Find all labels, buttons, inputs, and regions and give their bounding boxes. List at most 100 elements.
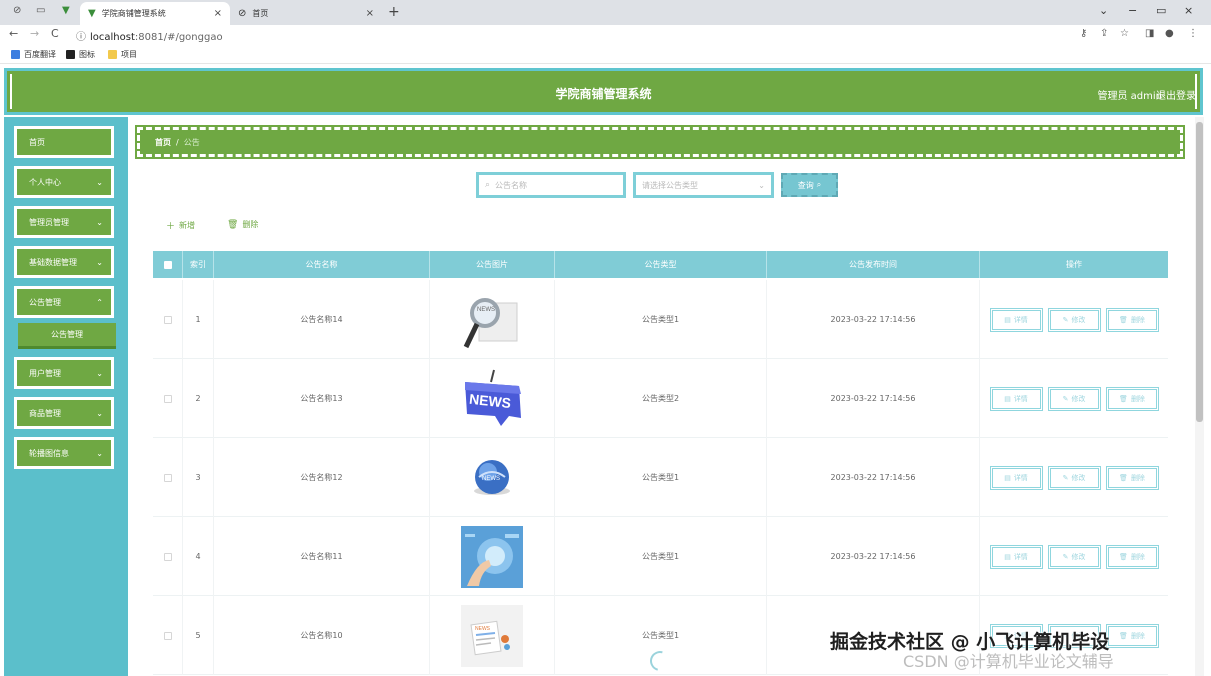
row-select[interactable]	[153, 359, 183, 438]
back-icon[interactable]: ←	[9, 27, 18, 40]
new-tab-icon[interactable]: +	[388, 4, 400, 20]
cell-index: 4	[183, 517, 214, 596]
table-row: 4 公告名称11 公告类型1 2023-03-22 17:14:56 ▤ 详情 ✎…	[153, 517, 1168, 596]
cell-time: 2023-03-22 17:14:56	[767, 517, 980, 596]
sidebar-item-profile[interactable]: 个人中心 ⌄	[14, 166, 114, 198]
sidebar-item-label: 基础数据管理	[29, 257, 77, 267]
scrollbar-thumb[interactable]	[1196, 122, 1203, 422]
tab-active[interactable]: ▼ 学院商铺管理系统 ×	[80, 2, 230, 25]
detail-button[interactable]: ▤ 详情	[989, 307, 1043, 332]
row-select[interactable]	[153, 596, 183, 675]
menu-kebab-icon[interactable]: ⋮	[1188, 28, 1198, 39]
row-select[interactable]	[153, 438, 183, 517]
chevron-down-icon: ⌄	[96, 258, 103, 267]
profile-icon[interactable]: ●	[1165, 28, 1174, 39]
bookmark-item[interactable]: 图标	[66, 49, 95, 60]
sidebar-item-users[interactable]: 用户管理 ⌄	[14, 357, 114, 389]
edit-button[interactable]: ✎ 修改	[1047, 307, 1101, 332]
sidebar-panel-icon[interactable]: ◨	[1145, 28, 1154, 39]
select-placeholder: 请选择公告类型	[642, 180, 698, 190]
globe-favicon-icon: ⊘	[238, 8, 247, 19]
app-title: 学院商铺管理系统	[555, 87, 652, 101]
announcement-name-input[interactable]: ⌕ 公告名称	[476, 172, 626, 198]
checkbox[interactable]	[163, 260, 172, 269]
header-select-all[interactable]	[153, 251, 183, 278]
trash-icon: 🗑	[227, 219, 239, 230]
query-button[interactable]: 查询 ⌕	[781, 173, 838, 197]
star-icon[interactable]: ☆	[1120, 28, 1129, 39]
batch-delete-button[interactable]: 🗑 删除	[227, 219, 258, 230]
input-placeholder: 公告名称	[495, 180, 528, 190]
add-button[interactable]: ＋ 新增	[166, 219, 195, 232]
breadcrumb-home[interactable]: 首页	[155, 137, 171, 148]
edit-button[interactable]: ✎ 修改	[1047, 544, 1101, 569]
chevron-down-icon: ⌄	[96, 178, 103, 187]
detail-button[interactable]: ▤ 详情	[989, 386, 1043, 411]
key-icon[interactable]: ⚷	[1080, 28, 1087, 39]
row-select[interactable]	[153, 517, 183, 596]
sidebar-item-base-data[interactable]: 基础数据管理 ⌄	[14, 246, 114, 278]
detail-button[interactable]: ▤ 详情	[989, 544, 1043, 569]
browser-globe-icon[interactable]: ⊘	[13, 5, 21, 16]
sidebar-item-products[interactable]: 商品管理 ⌄	[14, 397, 114, 429]
pencil-icon: ✎	[1062, 394, 1069, 403]
restore-icon[interactable]: ▭	[1156, 4, 1166, 17]
cell-time: 2023-03-22 17:14:56	[767, 438, 980, 517]
cell-name: 公告名称12	[214, 438, 430, 517]
sidebar-subitem-announcements[interactable]: 公告管理	[18, 323, 116, 349]
tab-title: 首页	[252, 9, 269, 18]
add-label: 新增	[179, 221, 196, 230]
bookmark-item[interactable]: 项目	[108, 49, 137, 60]
delete-button[interactable]: 🗑 删除	[1105, 465, 1159, 490]
breadcrumb: 首页 / 公告	[135, 125, 1185, 159]
browser-tab-bar: ⊘ ▭ ▼ ▼ 学院商铺管理系统 × ⊘ 首页 × + ⌄ − ▭ ×	[0, 0, 1211, 25]
forward-icon[interactable]: →	[30, 27, 39, 40]
checkbox[interactable]	[163, 394, 172, 403]
checkbox[interactable]	[163, 631, 172, 640]
edit-button[interactable]: ✎ 修改	[1047, 465, 1101, 490]
document-icon: ▤	[1004, 315, 1011, 324]
sidebar-subitem-label: 公告管理	[51, 330, 83, 339]
sidebar-item-admins[interactable]: 管理员管理 ⌄	[14, 206, 114, 238]
vue-logo-icon[interactable]: ▼	[62, 5, 70, 16]
bookmark-label: 百度翻译	[24, 50, 56, 59]
sidebar-item-home[interactable]: 首页	[14, 126, 114, 158]
minimize-icon[interactable]: −	[1128, 4, 1137, 17]
edit-label: 修改	[1071, 315, 1086, 324]
close-icon[interactable]: ×	[214, 8, 222, 19]
checkbox[interactable]	[163, 552, 172, 561]
cell-image: NEWS	[430, 359, 555, 438]
cell-actions: ▤ 详情 ✎ 修改 🗑 删除	[980, 359, 1168, 438]
edit-button[interactable]: ✎ 修改	[1047, 386, 1101, 411]
delete-button[interactable]: 🗑 删除	[1105, 386, 1159, 411]
delete-button[interactable]: 🗑 删除	[1105, 623, 1159, 648]
close-icon[interactable]: ×	[366, 8, 374, 19]
delete-button[interactable]: 🗑 删除	[1105, 544, 1159, 569]
window-close-icon[interactable]: ×	[1184, 4, 1193, 17]
sidebar-item-announcements[interactable]: 公告管理 ⌃	[14, 286, 114, 318]
edit-label: 修改	[1071, 552, 1086, 561]
url-field[interactable]: ⓘ localhost:8081/#/gonggao	[76, 28, 223, 43]
logout-link[interactable]: 退出登录	[1156, 87, 1196, 102]
detail-button[interactable]: ▤ 详情	[989, 465, 1043, 490]
tab-home[interactable]: ⊘ 首页 ×	[230, 2, 382, 25]
browser-tab-search-icon[interactable]: ▭	[36, 5, 45, 16]
tab-title: 学院商铺管理系统	[101, 9, 166, 18]
announcement-type-select[interactable]: 请选择公告类型 ⌄	[633, 172, 774, 198]
chevron-down-icon: ⌄	[96, 449, 103, 458]
reload-icon[interactable]: C	[51, 27, 59, 40]
cell-index: 3	[183, 438, 214, 517]
column-header: 索引	[183, 251, 214, 278]
checkbox[interactable]	[163, 473, 172, 482]
chevron-down-icon: ⌄	[96, 218, 103, 227]
trash-icon: 🗑	[1119, 315, 1128, 324]
sidebar-item-carousel[interactable]: 轮播图信息 ⌄	[14, 437, 114, 469]
chevron-down-icon: ⌄	[758, 180, 765, 190]
delete-button[interactable]: 🗑 删除	[1105, 307, 1159, 332]
share-icon[interactable]: ⇪	[1100, 28, 1108, 39]
tab-search-chevron-icon[interactable]: ⌄	[1099, 4, 1108, 17]
cell-image: NEWS	[430, 438, 555, 517]
row-select[interactable]	[153, 280, 183, 359]
bookmark-item[interactable]: 百度翻译	[11, 49, 56, 60]
checkbox[interactable]	[163, 315, 172, 324]
